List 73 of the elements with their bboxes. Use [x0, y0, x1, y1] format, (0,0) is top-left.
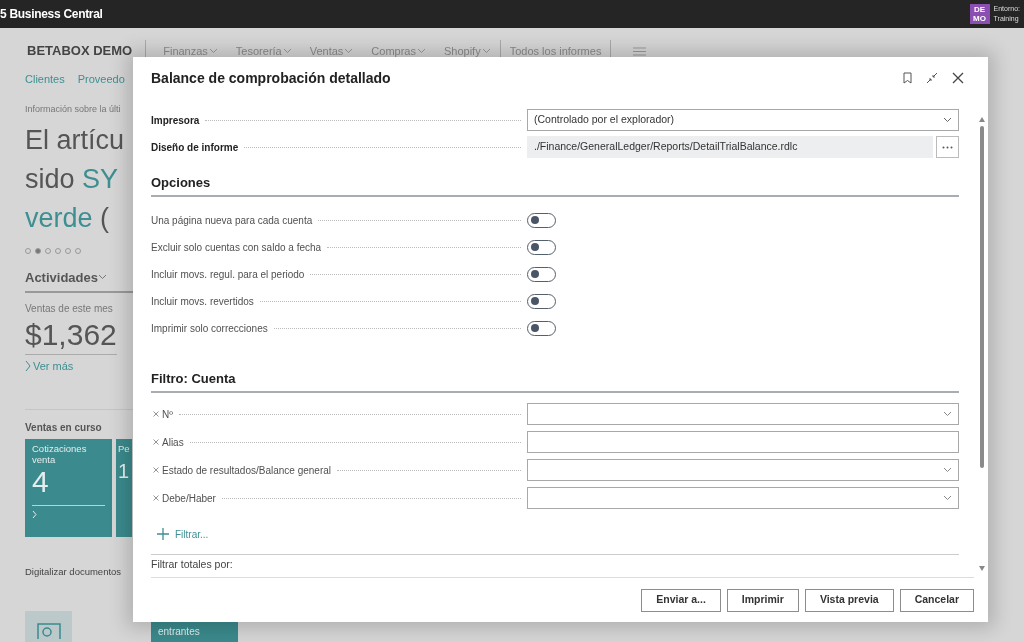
option-label: Incluir movs. revertidos: [151, 295, 254, 309]
camera-icon: [36, 623, 61, 639]
section-title: Digitalizar documentos: [25, 564, 122, 579]
section-heading: Opciones: [151, 171, 959, 197]
field-label: Impresora: [151, 113, 200, 128]
section-heading: Filtro: Cuenta: [151, 367, 959, 393]
sales-tile[interactable]: Cotizaciones venta 4: [25, 438, 112, 537]
more-icon: [942, 145, 953, 149]
nav-link[interactable]: Clientes: [25, 70, 65, 88]
app-title: 5 Business Central: [0, 6, 103, 23]
toggle-switch[interactable]: [527, 240, 556, 255]
nav-menu-item[interactable]: Shopify: [435, 42, 500, 60]
dialog-button[interactable]: Cancelar: [899, 588, 974, 612]
see-more-link[interactable]: Ver más: [25, 358, 80, 375]
option-label: Una página nueva para cada cuenta: [151, 214, 313, 228]
collapse-icon[interactable]: [926, 72, 938, 84]
browse-button[interactable]: [936, 136, 959, 158]
dialog-button[interactable]: Imprimir: [726, 588, 799, 612]
chevron-down-icon: [943, 117, 952, 123]
filter-label: Estado de resultados/Balance general: [151, 462, 331, 478]
toggle-switch[interactable]: [527, 321, 556, 336]
field-label: Diseño de informe: [151, 140, 239, 155]
metric-caption: Ventas de este mes: [25, 302, 114, 316]
bookmark-icon[interactable]: [903, 72, 912, 84]
dialog-title: Balance de comprobación detallado: [151, 68, 392, 88]
filter-label: Alias: [151, 434, 184, 450]
sales-tile[interactable]: Pe 1: [116, 438, 132, 537]
close-icon[interactable]: [952, 72, 964, 84]
chevron-right-icon: [32, 509, 37, 519]
dialog-button[interactable]: Enviar a...: [641, 588, 721, 612]
chevron-down-icon: [943, 411, 952, 417]
metric-value: $1,362: [25, 316, 117, 355]
toggle-switch[interactable]: [527, 267, 556, 282]
headline-text: sido SY: [25, 162, 120, 196]
camera-tile[interactable]: [25, 611, 72, 642]
chevron-down-icon: [98, 274, 107, 281]
select-field[interactable]: [527, 403, 959, 425]
chevron-down-icon: [943, 495, 952, 501]
remove-icon: [153, 467, 159, 473]
nav-menu-item[interactable]: Tesorería: [226, 42, 301, 60]
section-heading: Filtrar totales por:: [151, 554, 959, 573]
add-filter-link[interactable]: Filtrar...: [151, 523, 221, 545]
remove-icon: [153, 439, 159, 445]
carousel-dot[interactable]: [35, 247, 41, 254]
dialog-button[interactable]: Vista previa: [804, 588, 894, 612]
nav-link[interactable]: Proveedo: [77, 70, 125, 88]
chevron-right-icon: [25, 360, 31, 373]
scrollbar[interactable]: [979, 117, 985, 572]
headline-text: El artícu: [25, 123, 126, 157]
filter-label: Debe/Haber: [151, 490, 216, 506]
menu-icon[interactable]: [633, 46, 647, 56]
filter-label: Nº: [151, 406, 173, 422]
avatar-badge: DE MO: [969, 4, 990, 24]
option-label: Excluir solo cuentas con saldo a fecha: [151, 241, 322, 255]
headline-text: verde (: [25, 201, 111, 235]
nav-menu-item[interactable]: Ventas: [300, 42, 363, 60]
select-field[interactable]: [527, 487, 959, 509]
path-field[interactable]: ./Finance/GeneralLedger/Reports/DetailTrialBalance.rdlc: [527, 136, 933, 158]
option-label: Incluir movs. regul. para el periodo: [151, 268, 305, 282]
nav-menu-item[interactable]: Compras: [362, 42, 435, 60]
nav-menu-item[interactable]: Todos los informes: [500, 42, 611, 60]
option-label: Imprimir solo correcciones: [151, 322, 268, 336]
plus-icon: [157, 528, 169, 540]
caption-text: Información sobre la últi: [25, 103, 122, 116]
nav-menu-item[interactable]: Finanzas: [146, 42, 227, 60]
input-field[interactable]: [527, 431, 959, 453]
toggle-switch[interactable]: [527, 213, 556, 228]
toggle-switch[interactable]: [527, 294, 556, 309]
select-field[interactable]: (Controlado por el explorador): [527, 109, 959, 131]
chevron-down-icon: [943, 467, 952, 473]
select-field[interactable]: [527, 459, 959, 481]
remove-icon: [153, 411, 159, 417]
remove-icon: [153, 495, 159, 501]
